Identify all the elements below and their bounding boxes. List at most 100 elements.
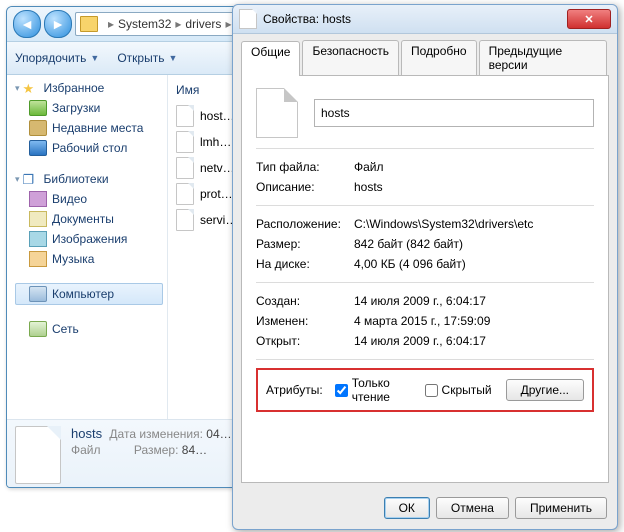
tab-label: Подробно — [411, 44, 467, 58]
forward-button[interactable]: ► — [44, 10, 72, 38]
close-icon: ✕ — [584, 13, 593, 26]
created-label: Создан: — [256, 294, 354, 308]
tab-details[interactable]: Подробно — [401, 40, 477, 75]
dialog-button-row: ОК Отмена Применить — [233, 491, 617, 529]
separator — [256, 148, 594, 149]
sidebar-item-pictures[interactable]: Изображения — [15, 229, 163, 249]
date-modified-value: 04… — [206, 427, 231, 441]
location-value: C:\Windows\System32\drivers\etc — [354, 217, 594, 231]
description-value: hosts — [354, 180, 594, 194]
date-modified-label: Дата изменения: — [109, 427, 203, 441]
open-label: Открыть — [117, 51, 164, 65]
file-name: netv… — [200, 161, 235, 175]
pictures-icon — [29, 231, 47, 247]
location-label: Расположение: — [256, 217, 354, 231]
size-label: Размер: — [134, 443, 179, 457]
sidebar-item-label: Документы — [52, 212, 114, 226]
breadcrumb-item[interactable]: System32 — [118, 17, 171, 31]
documents-icon — [29, 211, 47, 227]
sidebar-item-computer[interactable]: Компьютер — [15, 283, 163, 305]
explorer-sidebar: ▾ ★ Избранное Загрузки Недавние места Ра… — [7, 75, 168, 419]
file-icon — [15, 426, 61, 484]
readonly-checkbox[interactable]: Только чтение — [331, 376, 407, 404]
hidden-checkbox-input[interactable] — [425, 384, 438, 397]
file-type-label: Файл — [71, 443, 101, 457]
tab-general[interactable]: Общие — [241, 41, 300, 76]
recent-icon — [29, 120, 47, 136]
music-icon — [29, 251, 47, 267]
file-icon — [176, 105, 194, 127]
file-icon — [176, 209, 194, 231]
star-icon: ★ — [23, 81, 39, 95]
tab-label: Безопасность — [312, 44, 389, 58]
ok-button[interactable]: ОК — [384, 497, 430, 519]
sidebar-item-music[interactable]: Музыка — [15, 249, 163, 269]
file-icon — [239, 9, 257, 29]
sidebar-label: Библиотеки — [44, 172, 109, 186]
apply-button[interactable]: Применить — [515, 497, 607, 519]
size-value: 842 байт (842 байт) — [354, 237, 594, 251]
sidebar-item-label: Рабочий стол — [52, 141, 127, 155]
downloads-icon — [29, 100, 47, 116]
file-icon — [176, 183, 194, 205]
file-name: lmh… — [200, 135, 231, 149]
cancel-button[interactable]: Отмена — [436, 497, 509, 519]
file-name: host… — [200, 109, 235, 123]
open-menu[interactable]: Открыть ▼ — [117, 51, 177, 65]
sidebar-head-favorites[interactable]: ▾ ★ Избранное — [15, 81, 163, 95]
sidebar-item-video[interactable]: Видео — [15, 189, 163, 209]
readonly-checkbox-input[interactable] — [335, 384, 348, 397]
separator — [256, 205, 594, 206]
chevron-down-icon: ▼ — [168, 53, 177, 63]
sidebar-item-recent[interactable]: Недавние места — [15, 118, 163, 138]
created-value: 14 июля 2009 г., 6:04:17 — [354, 294, 594, 308]
dialog-titlebar[interactable]: Свойства: hosts ✕ — [233, 5, 617, 34]
sidebar-item-downloads[interactable]: Загрузки — [15, 98, 163, 118]
sidebar-label: Избранное — [44, 81, 105, 95]
accessed-label: Открыт: — [256, 334, 354, 348]
sidebar-item-label: Изображения — [52, 232, 127, 246]
modified-label: Изменен: — [256, 314, 354, 328]
sidebar-item-network[interactable]: Сеть — [15, 319, 163, 339]
separator — [256, 359, 594, 360]
video-icon — [29, 191, 47, 207]
organize-menu[interactable]: Упорядочить ▼ — [15, 51, 99, 65]
tab-security[interactable]: Безопасность — [302, 40, 399, 75]
tab-panel-general: Тип файла:Файл Описание:hosts Расположен… — [241, 75, 609, 483]
tab-label: Предыдущие версии — [489, 44, 563, 72]
attributes-label: Атрибуты: — [266, 383, 323, 397]
library-icon: ❐ — [23, 172, 39, 186]
file-icon — [176, 157, 194, 179]
accessed-value: 14 июля 2009 г., 6:04:17 — [354, 334, 594, 348]
sidebar-item-desktop[interactable]: Рабочий стол — [15, 138, 163, 158]
organize-label: Упорядочить — [15, 51, 86, 65]
file-name: prot… — [200, 187, 233, 201]
readonly-label: Только чтение — [352, 376, 407, 404]
back-button[interactable]: ◄ — [13, 10, 41, 38]
description-label: Описание: — [256, 180, 354, 194]
chevron-right-icon: ▸ — [175, 17, 181, 31]
sidebar-item-label: Компьютер — [52, 287, 114, 301]
breadcrumb-item[interactable]: drivers — [185, 17, 221, 31]
sidebar-item-documents[interactable]: Документы — [15, 209, 163, 229]
filename-input[interactable] — [314, 99, 594, 127]
advanced-attributes-button[interactable]: Другие... — [506, 379, 584, 401]
close-button[interactable]: ✕ — [567, 9, 611, 29]
computer-icon — [29, 286, 47, 302]
size-on-disk-label: На диске: — [256, 257, 354, 271]
sidebar-head-libraries[interactable]: ▾ ❐ Библиотеки — [15, 172, 163, 186]
sidebar-item-label: Недавние места — [52, 121, 143, 135]
hidden-checkbox[interactable]: Скрытый — [421, 381, 492, 400]
folder-icon — [80, 16, 98, 32]
sidebar-item-label: Музыка — [52, 252, 94, 266]
size-value: 84… — [182, 443, 207, 457]
sidebar-item-label: Сеть — [52, 322, 79, 336]
tab-previous-versions[interactable]: Предыдущие версии — [479, 40, 607, 75]
filetype-value: Файл — [354, 160, 594, 174]
hidden-label: Скрытый — [442, 383, 492, 397]
sidebar-item-label: Видео — [52, 192, 87, 206]
separator — [256, 282, 594, 283]
tab-strip: Общие Безопасность Подробно Предыдущие в… — [233, 34, 617, 75]
chevron-down-icon: ▾ — [15, 83, 20, 94]
sidebar-item-label: Загрузки — [52, 101, 100, 115]
